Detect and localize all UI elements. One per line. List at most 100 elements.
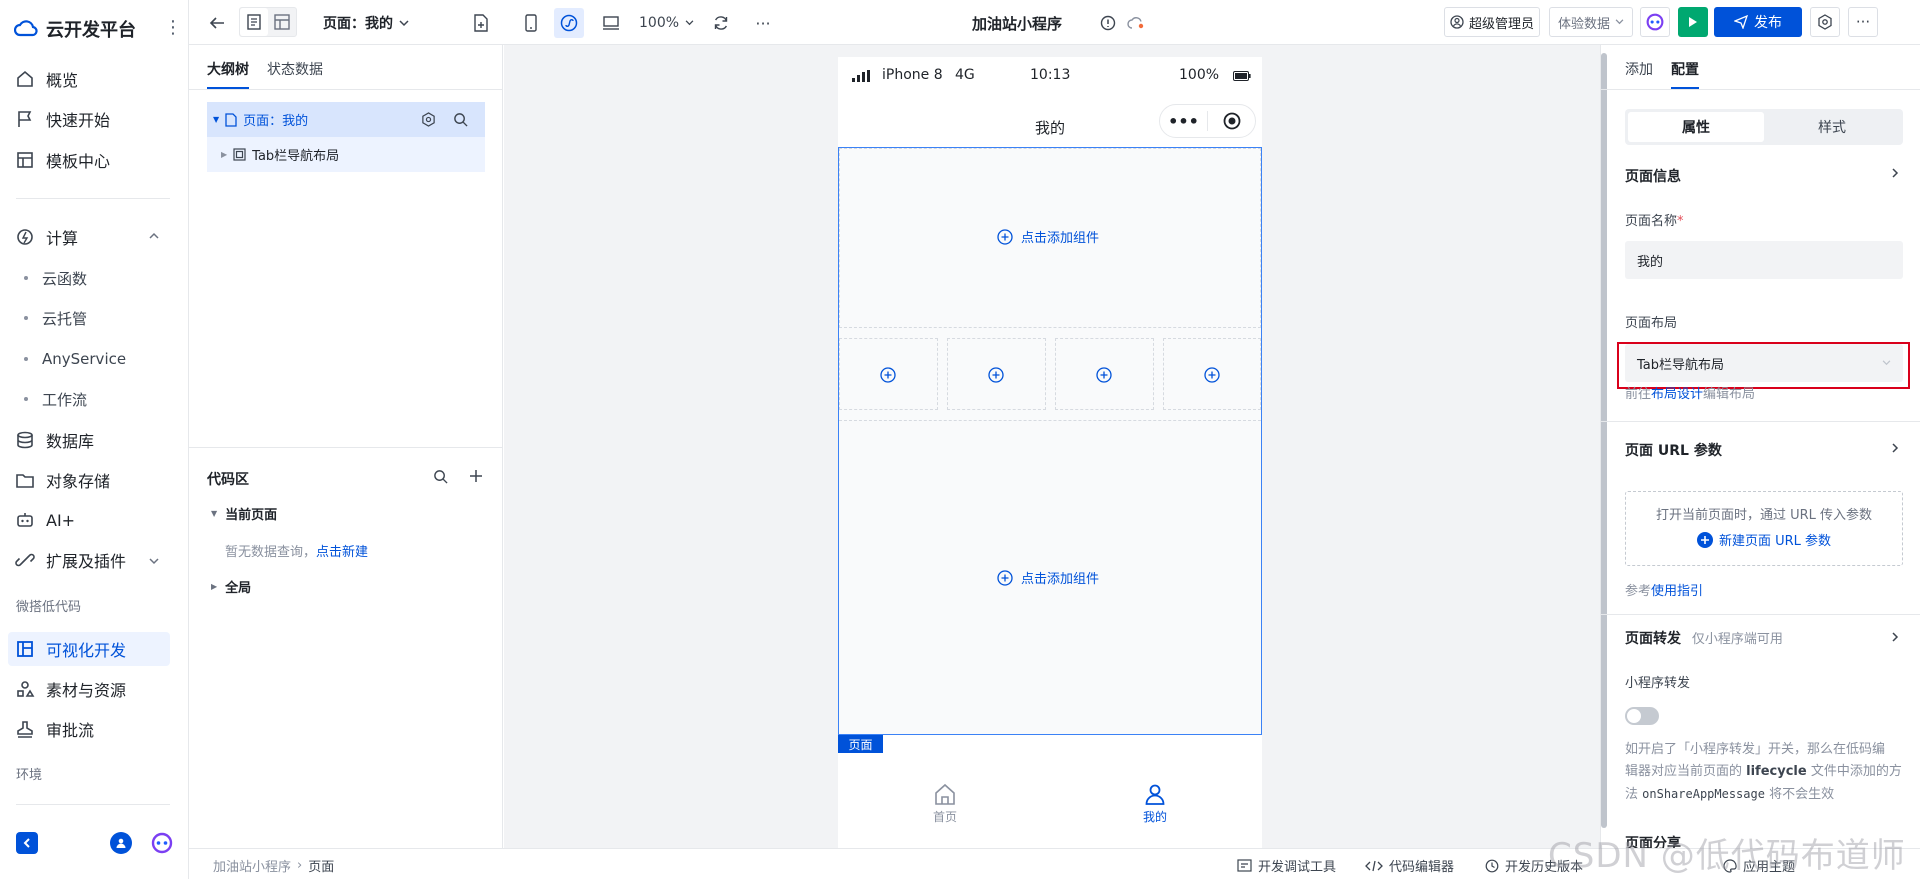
sidebar-item-quickstart[interactable]: 快速开始 [14, 104, 110, 134]
chevron-right-icon[interactable] [1891, 167, 1899, 179]
sidebar-item-database[interactable]: 数据库 [14, 425, 94, 455]
sidebar-subitem-anyservice[interactable]: AnyService [24, 345, 126, 373]
platform-logo[interactable]: 云开发平台 [14, 16, 136, 42]
ai-assistant-icon[interactable] [1640, 7, 1670, 37]
back-arrow-icon[interactable] [205, 8, 229, 38]
info-icon[interactable] [1097, 8, 1119, 38]
search-icon[interactable] [453, 112, 468, 127]
sidebar-item-overview[interactable]: 概览 [14, 64, 78, 94]
desktop-device-icon[interactable] [596, 8, 626, 38]
more-horizontal-icon[interactable]: ··· [751, 8, 775, 38]
add-circle-icon[interactable] [988, 367, 1004, 383]
new-url-param-button[interactable]: 新建页面 URL 参数 [1626, 530, 1902, 549]
sidebar-item-storage[interactable]: 对象存储 [14, 465, 110, 495]
layout-icon [14, 638, 36, 660]
zoom-selector[interactable]: 100% [639, 8, 694, 38]
capsule-more-icon[interactable]: ••• [1160, 112, 1207, 131]
settings-gear-icon[interactable] [421, 112, 436, 127]
page-selector[interactable]: 页面：我的 [323, 8, 409, 38]
breadcrumb-page[interactable]: 页面 [308, 856, 334, 875]
tab-config[interactable]: 配置 [1671, 59, 1699, 89]
sidebar-item-ai[interactable]: AI+ [14, 505, 75, 535]
page-info-title[interactable]: 页面信息 [1625, 166, 1681, 186]
mobile-device-icon[interactable] [519, 8, 543, 38]
chevron-right-icon[interactable] [1891, 631, 1899, 643]
tree-node-tab-layout[interactable]: ▶ Tab栏导航布局 [207, 137, 485, 172]
grid-view-icon[interactable] [268, 8, 296, 36]
empty-query-note: 暂无数据查询，点击新建 [225, 541, 368, 560]
global-group[interactable]: ▶ 全局 [211, 577, 251, 596]
add-circle-icon [1696, 531, 1713, 548]
publish-button[interactable]: 发布 [1714, 7, 1802, 37]
tab-mine[interactable]: 我的 [1140, 783, 1170, 825]
tab-home[interactable]: 首页 [930, 783, 960, 825]
add-component-button[interactable]: 点击添加组件 [997, 227, 1099, 246]
sidebar-item-label: 对象存储 [46, 472, 111, 491]
page-content-area[interactable]: 点击添加组件 点击添加组件 [838, 147, 1262, 735]
sidebar-item-visual-dev[interactable]: 可视化开发 [14, 634, 126, 664]
add-circle-icon[interactable] [880, 367, 896, 383]
tab-state-data[interactable]: 状态数据 [267, 59, 323, 79]
sidebar-subitem-functions[interactable]: 云函数 [24, 264, 87, 292]
capsule-close-icon[interactable] [1208, 112, 1255, 130]
code-editor-button[interactable]: 代码编辑器 [1365, 856, 1454, 875]
current-page-group[interactable]: ▼ 当前页面 [211, 504, 277, 523]
search-icon[interactable] [433, 469, 448, 484]
ai-assistant-icon[interactable] [150, 832, 174, 854]
page-name-input[interactable]: 我的 [1625, 241, 1903, 279]
sidebar-item-assets[interactable]: 素材与资源 [14, 674, 126, 704]
document-view-icon[interactable] [240, 8, 268, 36]
segment-styles[interactable]: 样式 [1764, 112, 1900, 142]
sidebar-item-label: 审批流 [46, 721, 95, 740]
user-role-button[interactable]: 超级管理员 [1444, 7, 1540, 37]
layout-design-link[interactable]: 布局设计 [1651, 387, 1703, 402]
caret-down-icon[interactable]: ▼ [213, 115, 219, 124]
data-mode-select[interactable]: 体验数据 [1549, 7, 1633, 37]
new-page-icon[interactable] [469, 8, 493, 38]
compute-icon [14, 226, 36, 248]
chevron-down-icon[interactable] [148, 557, 160, 565]
page-forward-label: 页面转发 [1625, 631, 1681, 647]
usage-guide-link[interactable]: 使用指引 [1651, 584, 1703, 599]
preview-play-icon[interactable] [1678, 7, 1708, 37]
user-avatar-icon[interactable] [110, 832, 132, 854]
mini-forward-description: 如开启了「小程序转发」开关，那么在低码编 辑器对应当前页面的 lifecycle… [1625, 739, 1911, 806]
tree-node-label: 页面：我的 [243, 114, 309, 129]
collapse-sidebar-icon[interactable] [16, 832, 38, 854]
add-component-button[interactable]: 点击添加组件 [997, 568, 1099, 587]
url-params-title[interactable]: 页面 URL 参数 [1625, 440, 1722, 460]
add-plus-icon[interactable] [469, 469, 483, 483]
chevron-up-icon[interactable] [148, 232, 160, 240]
settings-gear-icon[interactable] [1810, 7, 1840, 37]
breadcrumb-app[interactable]: 加油站小程序 [213, 856, 291, 875]
sidebar-subitem-label: AnyService [42, 350, 127, 368]
sidebar-subitem-hosting[interactable]: 云托管 [24, 304, 87, 332]
add-circle-icon[interactable] [1204, 367, 1220, 383]
sidebar-item-extensions[interactable]: 扩展及插件 [14, 545, 126, 575]
signal-bars-icon [852, 70, 870, 82]
sidebar-item-label: 可视化开发 [46, 641, 127, 660]
sidebar-item-templates[interactable]: 模板中心 [14, 145, 110, 175]
tab-label: 首页 [932, 810, 957, 824]
miniprogram-device-icon[interactable] [554, 8, 584, 38]
page-forward-title[interactable]: 页面转发 仅小程序端可用 [1625, 628, 1783, 648]
add-circle-icon[interactable] [1096, 367, 1112, 383]
segment-properties[interactable]: 属性 [1628, 112, 1764, 142]
page-file-icon [225, 112, 237, 127]
refresh-icon[interactable] [709, 8, 733, 38]
sidebar-item-compute[interactable]: 计算 [14, 222, 78, 252]
mini-forward-toggle[interactable] [1625, 707, 1659, 725]
more-menu-icon[interactable]: ··· [1848, 7, 1878, 37]
tree-node-page[interactable]: ▼ 页面：我的 [207, 102, 485, 137]
caret-right-icon[interactable]: ▶ [221, 150, 227, 159]
chevron-right-icon[interactable] [1891, 442, 1899, 454]
panel-scrollbar[interactable] [1601, 53, 1607, 828]
sidebar-item-label: 扩展及插件 [46, 552, 127, 571]
create-query-link[interactable]: 点击新建 [316, 545, 368, 560]
tab-add[interactable]: 添加 [1625, 59, 1653, 79]
debug-tools-button[interactable]: 开发调试工具 [1237, 856, 1336, 875]
sidebar-item-approval[interactable]: 审批流 [14, 714, 94, 744]
sidebar-subitem-workflow[interactable]: 工作流 [24, 385, 87, 413]
more-vertical-icon[interactable]: ⋮ [164, 17, 182, 38]
tab-outline-tree[interactable]: 大纲树 [207, 59, 249, 89]
